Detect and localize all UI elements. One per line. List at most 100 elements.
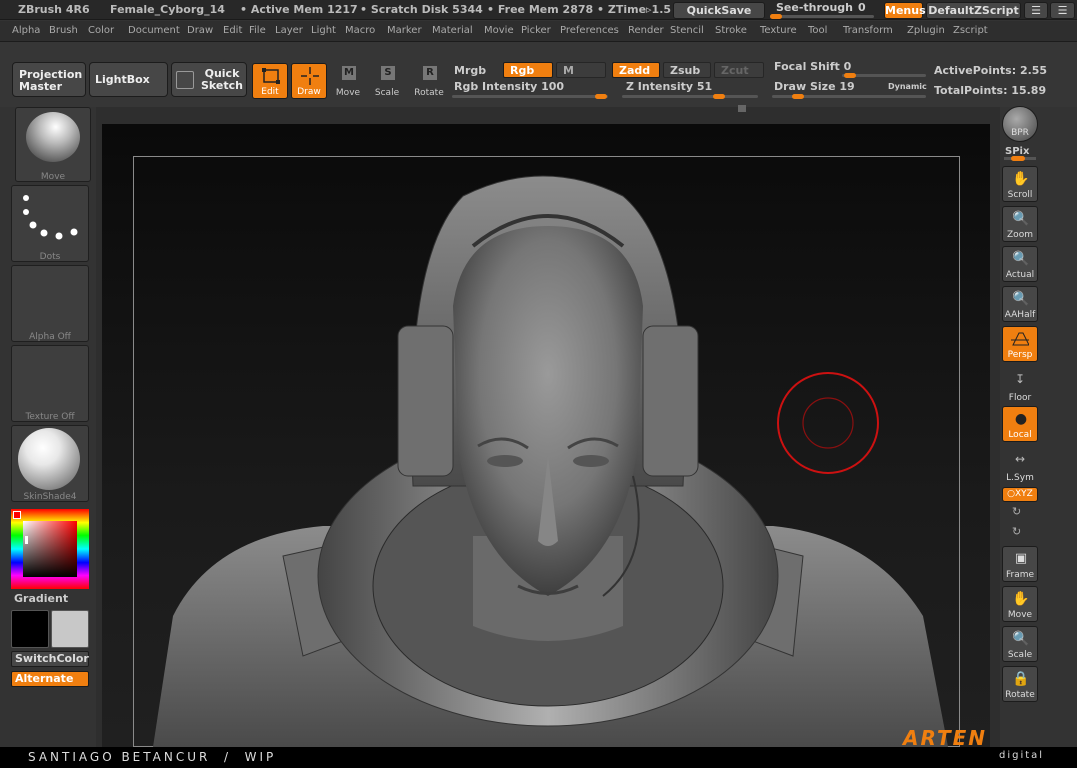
focal-shift-knob[interactable]: [844, 73, 856, 78]
saturation-value-square[interactable]: [23, 521, 77, 577]
z-intensity-label: Z Intensity 51: [626, 80, 713, 93]
gradient-label[interactable]: Gradient: [14, 592, 68, 605]
menu-zscript[interactable]: Zscript: [953, 25, 988, 36]
menu-alpha[interactable]: Alpha: [12, 25, 40, 36]
move-button[interactable]: M Move: [330, 63, 366, 99]
see-through-knob[interactable]: [770, 14, 782, 19]
color-picker[interactable]: [11, 509, 89, 589]
total-points: TotalPoints: 15.89: [934, 84, 1047, 97]
secondary-color-swatch[interactable]: [51, 610, 89, 648]
menu-marker[interactable]: Marker: [387, 25, 422, 36]
menu-document[interactable]: Document: [128, 25, 180, 36]
layout-toggle-icon[interactable]: ☰: [1024, 2, 1048, 19]
move-view-button[interactable]: ✋ Move: [1002, 586, 1038, 622]
brush-preview-icon: [26, 112, 80, 162]
scroll-button[interactable]: ✋ Scroll: [1002, 166, 1038, 202]
menu-material[interactable]: Material: [432, 25, 473, 36]
xyz-rotation-button[interactable]: ○XYZ: [1002, 487, 1038, 502]
frame-icon: ▣: [1014, 551, 1028, 566]
rgb-intensity-slider[interactable]: Rgb Intensity 100: [452, 80, 610, 99]
see-through-label: See-through: [776, 1, 854, 14]
menu-movie[interactable]: Movie: [484, 25, 514, 36]
rotate-view-button[interactable]: 🔒 Rotate: [1002, 666, 1038, 702]
zoom-button[interactable]: 🔍 Zoom: [1002, 206, 1038, 242]
menu-layer[interactable]: Layer: [275, 25, 303, 36]
zcut-button[interactable]: Zcut: [714, 62, 764, 78]
menu-transform[interactable]: Transform: [843, 25, 893, 36]
bpr-button[interactable]: BPR: [1002, 106, 1038, 142]
quicksave-button[interactable]: QuickSave: [673, 2, 765, 19]
floor-button[interactable]: ↧ Floor: [1002, 368, 1038, 404]
frame-button[interactable]: ▣ Frame: [1002, 546, 1038, 582]
rgb-intensity-track: [452, 95, 608, 98]
z-rotation-icon[interactable]: ↻: [1012, 525, 1021, 538]
persp-button[interactable]: Persp: [1002, 326, 1038, 362]
actual-size-icon: 🔍: [1012, 251, 1030, 267]
move-icon: M: [342, 66, 356, 80]
aahalf-button[interactable]: 🔍 AAHalf: [1002, 286, 1038, 322]
scale-view-button[interactable]: 🔍 Scale: [1002, 626, 1038, 662]
material-selector[interactable]: SkinShade4: [11, 425, 89, 502]
spix-slider[interactable]: SPix: [1002, 145, 1038, 165]
z-intensity-slider[interactable]: Z Intensity 51: [622, 80, 760, 99]
spix-knob[interactable]: [1011, 156, 1025, 161]
menu-edit[interactable]: Edit: [223, 25, 242, 36]
brush-selector[interactable]: Move: [15, 107, 91, 182]
lightbox-button[interactable]: LightBox: [89, 62, 168, 97]
switchcolor-button[interactable]: SwitchColor: [11, 651, 89, 667]
menus-button[interactable]: Menus: [884, 2, 926, 19]
lsym-button[interactable]: ↔ L.Sym: [1002, 448, 1038, 484]
menu-brush[interactable]: Brush: [49, 25, 78, 36]
draw-button[interactable]: Draw: [291, 63, 327, 99]
edit-button[interactable]: Edit: [252, 63, 288, 99]
draw-size-label: Draw Size 19: [774, 80, 855, 93]
rgb-button[interactable]: Rgb: [503, 62, 553, 78]
menu-tool[interactable]: Tool: [808, 25, 827, 36]
move-view-label: Move: [1007, 610, 1033, 620]
menu-render[interactable]: Render: [628, 25, 664, 36]
actual-button[interactable]: 🔍 Actual: [1002, 246, 1038, 282]
menu-macro[interactable]: Macro: [345, 25, 375, 36]
menu-preferences[interactable]: Preferences: [560, 25, 619, 36]
menu-light[interactable]: Light: [311, 25, 336, 36]
mrgb-button[interactable]: Mrgb: [454, 64, 486, 77]
stroke-selector[interactable]: Dots: [11, 185, 89, 262]
canvas-resize-handle[interactable]: [738, 105, 746, 112]
projection-master-button[interactable]: Projection Master: [12, 62, 86, 97]
edit-label: Edit: [261, 87, 279, 97]
see-through-slider[interactable]: See-through 0: [770, 1, 878, 20]
persp-label: Persp: [1007, 350, 1033, 360]
alternate-button[interactable]: Alternate: [11, 671, 89, 687]
texture-selector[interactable]: Texture Off: [11, 345, 89, 422]
focal-shift-slider[interactable]: Focal Shift 0: [772, 60, 928, 78]
menu-stroke[interactable]: Stroke: [715, 25, 747, 36]
z-intensity-track: [622, 95, 758, 98]
menu-draw[interactable]: Draw: [187, 25, 213, 36]
scale-button[interactable]: S Scale: [369, 63, 405, 99]
zadd-button[interactable]: Zadd: [612, 62, 660, 78]
draw-size-slider[interactable]: Draw Size 19 Dynamic: [772, 80, 928, 99]
window-controls-icon[interactable]: ☰: [1050, 2, 1075, 19]
rotate-button[interactable]: R Rotate: [411, 63, 447, 99]
draw-size-knob[interactable]: [792, 94, 804, 99]
z-intensity-knob[interactable]: [713, 94, 725, 99]
menu-stencil[interactable]: Stencil: [670, 25, 704, 36]
rgb-intensity-knob[interactable]: [595, 94, 607, 99]
projection-master-label: Projection Master: [19, 68, 83, 93]
default-zscript-button[interactable]: DefaultZScript: [926, 2, 1021, 19]
primary-color-swatch[interactable]: [11, 610, 49, 648]
m-button[interactable]: M: [556, 62, 606, 78]
scale-magnifier-icon: 🔍: [1012, 631, 1030, 647]
zsub-button[interactable]: Zsub: [663, 62, 711, 78]
menu-texture[interactable]: Texture: [760, 25, 797, 36]
quick-sketch-button[interactable]: Quick Sketch: [171, 62, 247, 97]
y-rotation-icon[interactable]: ↻: [1012, 505, 1021, 518]
menu-picker[interactable]: Picker: [521, 25, 551, 36]
menu-zplugin[interactable]: Zplugin: [907, 25, 945, 36]
menu-file[interactable]: File: [249, 25, 266, 36]
local-button[interactable]: ● Local: [1002, 406, 1038, 442]
scratch-disk: • Scratch Disk 5344: [360, 3, 483, 16]
alpha-selector[interactable]: Alpha Off: [11, 265, 89, 342]
dynamic-toggle[interactable]: Dynamic: [888, 82, 927, 91]
menu-color[interactable]: Color: [88, 25, 114, 36]
